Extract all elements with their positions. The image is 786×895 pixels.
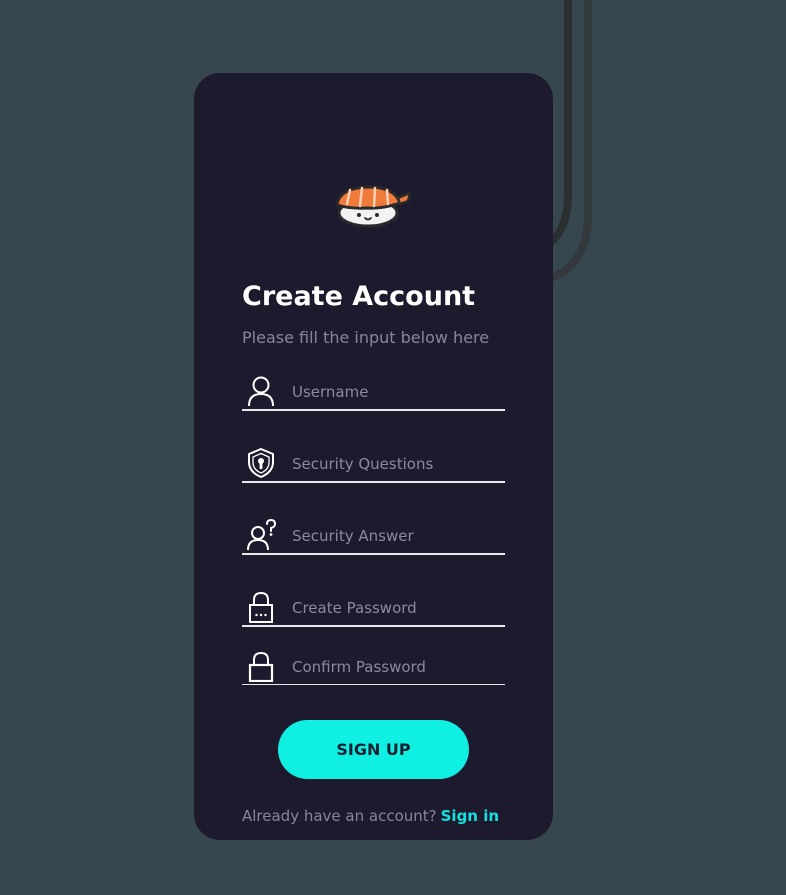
shield-keyhole-icon	[248, 448, 274, 478]
username-field	[242, 371, 505, 411]
lock-icon	[248, 651, 274, 682]
user-icon	[248, 376, 274, 407]
create-password-input[interactable]	[292, 597, 497, 619]
sign-up-button[interactable]: SIGN UP	[278, 720, 469, 779]
sushi-mascot-icon	[335, 185, 412, 228]
sign-in-link[interactable]: Sign in	[441, 807, 499, 825]
user-question-icon	[247, 519, 276, 551]
security-question-input[interactable]	[292, 453, 497, 475]
sign-in-prompt: Already have an account?	[242, 807, 437, 825]
security-answer-field	[242, 515, 505, 555]
confirm-password-input[interactable]	[292, 656, 497, 678]
security-answer-input[interactable]	[292, 525, 497, 547]
security-question-field	[242, 443, 505, 483]
page-subtitle: Please fill the input below here	[242, 328, 490, 347]
sign-in-row: Already have an account? Sign in	[242, 806, 499, 826]
signup-card: Create Account Please fill the input bel…	[194, 73, 553, 840]
username-input[interactable]	[292, 381, 497, 403]
lock-dots-icon	[249, 591, 273, 623]
create-password-field	[242, 587, 505, 627]
confirm-password-field	[242, 648, 505, 685]
page-title: Create Account	[242, 281, 476, 312]
